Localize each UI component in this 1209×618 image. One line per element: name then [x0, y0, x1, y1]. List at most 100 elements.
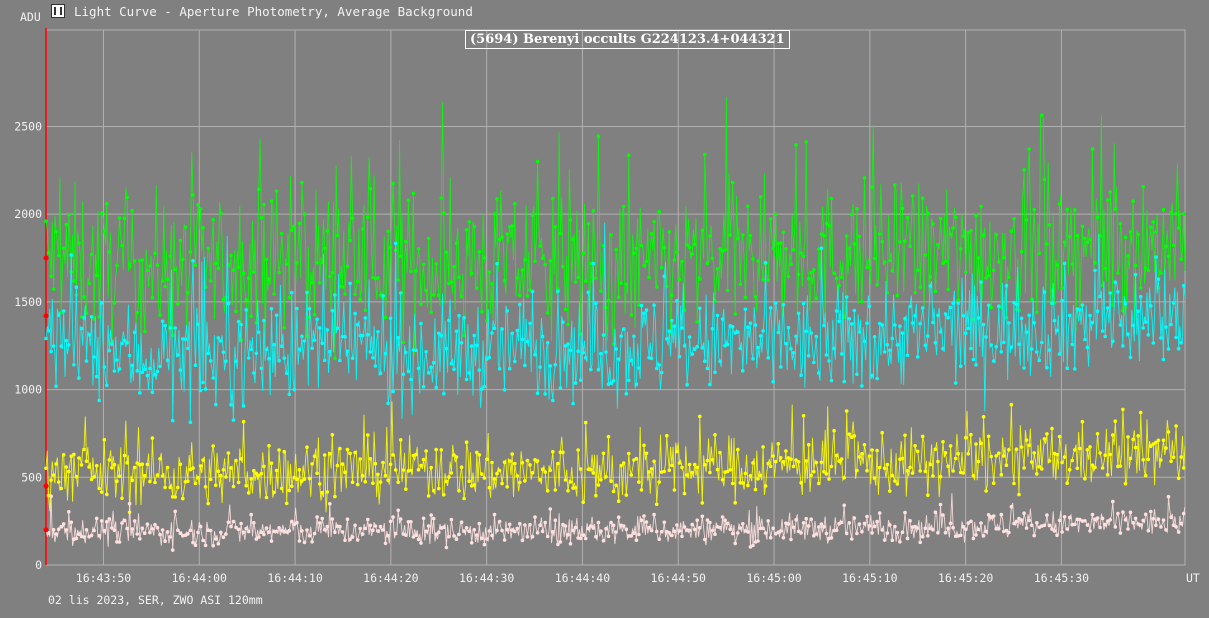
series-point: [784, 246, 788, 251]
series-point: [779, 241, 783, 245]
series-point: [583, 420, 588, 425]
series-point: [1103, 522, 1107, 527]
series-point: [1105, 198, 1110, 202]
series-point: [680, 259, 684, 264]
series-point: [852, 434, 857, 438]
series-point: [226, 520, 231, 525]
series-point: [163, 284, 167, 289]
series-point: [287, 295, 292, 300]
series-point: [54, 462, 58, 466]
series-point: [872, 335, 877, 339]
series-point: [89, 477, 94, 482]
series-point: [561, 450, 565, 455]
series-point: [730, 481, 735, 486]
series-point: [941, 513, 945, 517]
series-point: [1118, 221, 1123, 226]
series-point: [219, 211, 223, 215]
series-point: [414, 348, 418, 353]
series-point: [984, 335, 988, 339]
series-point: [241, 404, 246, 408]
series-point: [1138, 410, 1143, 415]
series-point: [1090, 147, 1095, 151]
series-point: [870, 373, 874, 378]
series-point: [241, 530, 246, 534]
series-point: [393, 241, 398, 246]
series-point: [761, 329, 765, 333]
series-point: [457, 489, 461, 493]
series-point: [984, 529, 988, 534]
series-point: [490, 460, 494, 465]
series-point: [703, 462, 707, 467]
series-point: [49, 349, 53, 354]
x-tick-label: 16:44:10: [267, 571, 322, 585]
series-point: [1161, 518, 1166, 522]
x-tick-label: 16:45:20: [938, 571, 993, 585]
series-point: [211, 543, 215, 548]
series-point: [616, 499, 621, 504]
series-point: [652, 459, 656, 464]
series-point: [333, 356, 337, 361]
series-point: [439, 333, 444, 338]
series-point: [105, 202, 109, 206]
series-point: [226, 301, 231, 306]
series-point: [1078, 307, 1082, 312]
series-point: [1174, 525, 1178, 529]
series-point: [411, 191, 416, 196]
series-point: [234, 359, 238, 364]
series-point: [718, 450, 722, 455]
series-point: [905, 468, 910, 473]
series-point: [943, 312, 948, 316]
series-point: [809, 473, 813, 478]
series-point: [264, 526, 269, 530]
series-point: [345, 264, 350, 269]
series-point: [1062, 515, 1067, 519]
series-point: [543, 392, 547, 396]
series-point: [1181, 466, 1186, 470]
series-point: [305, 528, 309, 532]
series-point: [49, 494, 53, 499]
series-point: [120, 521, 124, 525]
series-point: [262, 464, 266, 469]
series-point: [538, 523, 542, 527]
series-point: [1067, 234, 1072, 239]
series-point: [1131, 520, 1135, 525]
series-point: [424, 350, 428, 354]
series-point: [439, 448, 444, 452]
series-point: [888, 489, 892, 493]
series-point: [632, 531, 636, 535]
series-point: [1128, 456, 1133, 461]
series-point: [1131, 199, 1135, 203]
series-point: [383, 351, 388, 356]
series-point: [426, 524, 431, 528]
series-point: [528, 522, 532, 527]
series-point: [46, 251, 51, 255]
series-point: [1022, 168, 1026, 172]
series-point: [961, 234, 966, 238]
series-point: [751, 357, 755, 361]
series-point: [214, 483, 218, 488]
series-point: [725, 288, 730, 293]
series-point: [880, 430, 884, 435]
series-point: [997, 451, 1001, 456]
series-point: [231, 418, 236, 422]
series-point: [376, 529, 380, 533]
series-point: [1181, 212, 1186, 216]
series-point: [713, 370, 717, 375]
series-point: [178, 238, 183, 243]
series-point: [241, 271, 246, 276]
series-point: [219, 473, 223, 478]
series-point: [366, 433, 370, 437]
series-point: [926, 534, 930, 538]
series-point: [647, 275, 651, 280]
series-point: [528, 321, 532, 326]
series-point: [472, 528, 477, 532]
series-point: [203, 387, 208, 391]
series-point: [662, 469, 667, 474]
series-point: [148, 264, 152, 268]
series-point: [264, 347, 269, 352]
series-point: [277, 270, 281, 275]
series-point: [644, 259, 649, 264]
series-point: [345, 447, 350, 452]
series-point: [862, 443, 867, 447]
series-point: [513, 461, 517, 466]
